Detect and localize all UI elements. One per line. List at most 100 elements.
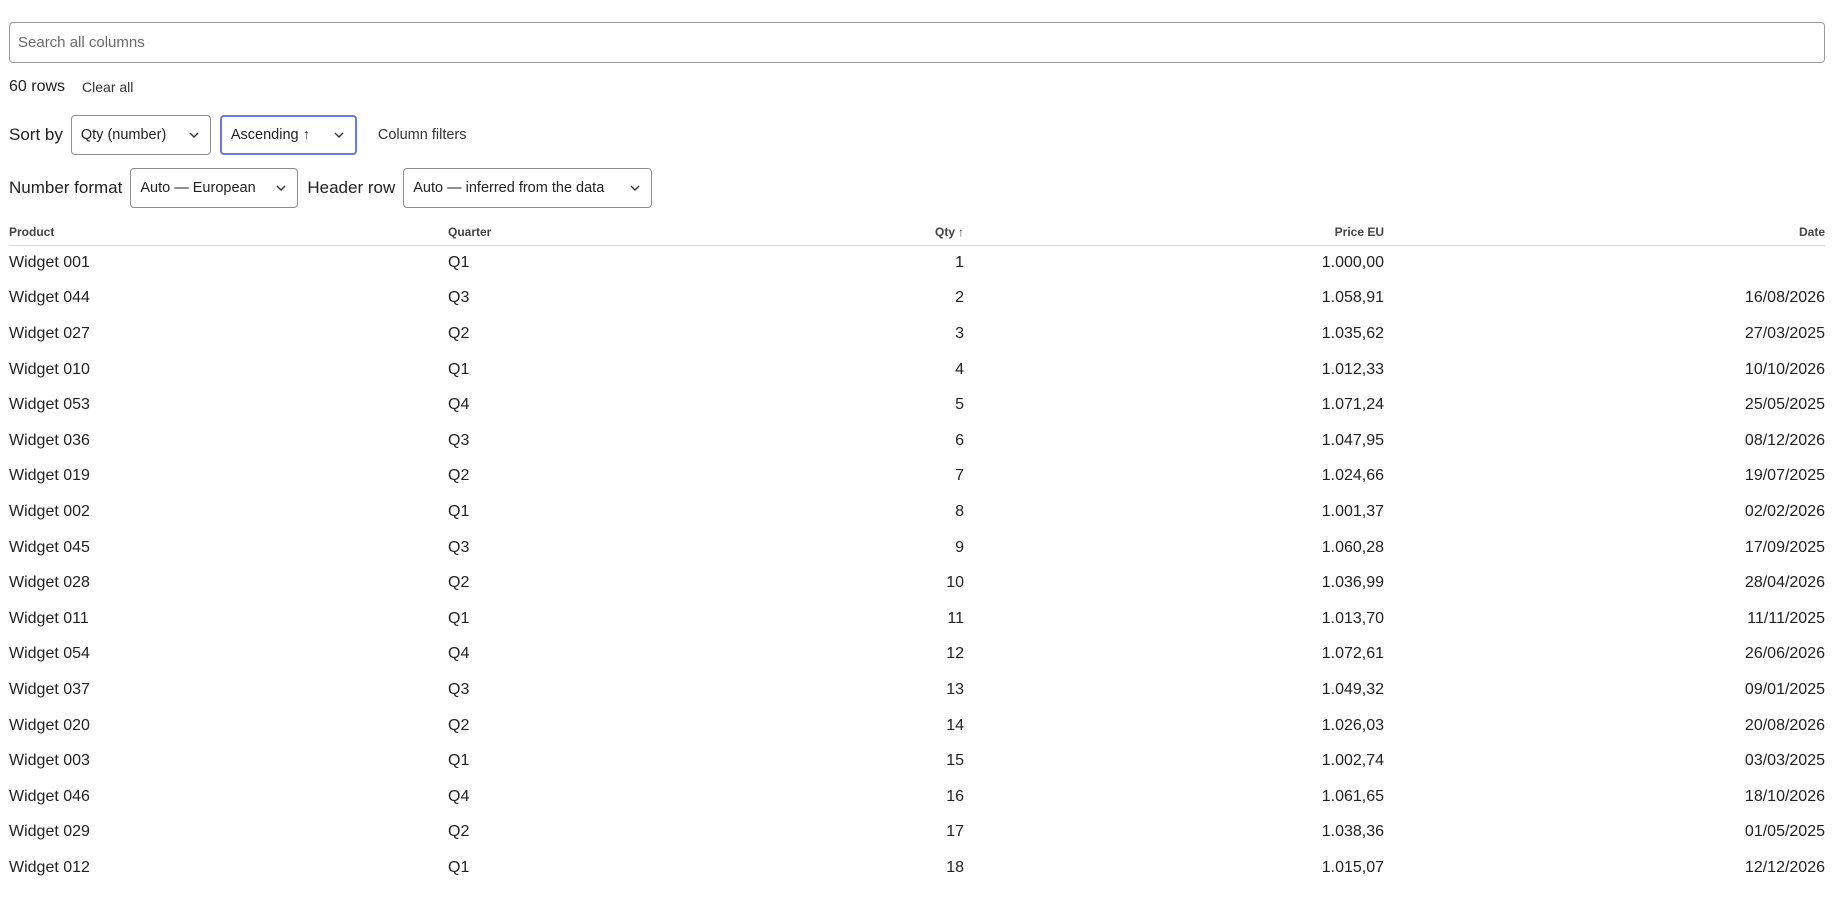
cell-quarter: Q3 (448, 431, 470, 449)
cell-price: 1.026,03 (1321, 716, 1384, 734)
cell-product: Widget 053 (9, 396, 90, 414)
cell-qty: 10 (946, 574, 964, 592)
cell-qty: 14 (946, 716, 964, 734)
cell-date: 03/03/2025 (1744, 752, 1825, 770)
table-row[interactable]: Widget 053 Q4 5 1.071,24 25/05/2025 (9, 387, 1825, 423)
cell-price: 1.060,28 (1321, 538, 1384, 556)
cell-price: 1.015,07 (1321, 858, 1384, 876)
clear-all-button[interactable]: Clear all (82, 79, 133, 95)
cell-date: 08/12/2026 (1744, 431, 1825, 449)
cell-date: 09/01/2025 (1744, 680, 1825, 698)
cell-qty: 18 (946, 858, 964, 876)
search-input[interactable] (9, 22, 1825, 63)
cell-quarter: Q1 (448, 609, 470, 627)
table-row[interactable]: Widget 045 Q3 9 1.060,28 17/09/2025 (9, 530, 1825, 566)
table-row[interactable]: Widget 003 Q1 15 1.002,74 03/03/2025 (9, 743, 1825, 779)
cell-product: Widget 019 (9, 467, 90, 485)
table-row[interactable]: Widget 029 Q2 17 1.038,36 01/05/2025 (9, 815, 1825, 851)
sort-direction-select[interactable]: Ascending ↑ (219, 115, 357, 155)
column-header-product-label: Product (9, 224, 55, 239)
cell-product: Widget 010 (9, 360, 90, 378)
cell-date: 26/06/2026 (1744, 645, 1825, 663)
summary-bar: 60 rows Clear all (9, 76, 133, 98)
page: 60 rows Clear all Sort by Qty (number) A… (0, 0, 1840, 900)
cell-qty: 1 (955, 254, 964, 272)
cell-product: Widget 012 (9, 858, 90, 876)
number-format-select[interactable]: Auto — European (130, 168, 299, 208)
cell-quarter: Q3 (448, 289, 470, 307)
cell-price: 1.047,95 (1321, 431, 1384, 449)
cell-product: Widget 011 (9, 609, 89, 627)
cell-quarter: Q3 (448, 538, 470, 556)
cell-date: 11/11/2025 (1747, 609, 1825, 627)
cell-qty: 13 (946, 680, 964, 698)
cell-product: Widget 027 (9, 324, 90, 342)
cell-quarter: Q1 (448, 752, 470, 770)
column-header-qty[interactable]: Qty ↑ (648, 219, 964, 246)
cell-date: 02/02/2026 (1744, 502, 1825, 520)
sort-controls: Sort by Qty (number) Ascending ↑ Column … (9, 115, 467, 155)
chevron-down-icon (630, 185, 640, 191)
sort-direction-value: Ascending ↑ (230, 127, 310, 143)
cell-qty: 11 (947, 609, 964, 627)
table-row[interactable]: Widget 028 Q2 10 1.036,99 28/04/2026 (9, 565, 1825, 601)
number-format-value: Auto — European (140, 180, 256, 196)
cell-date: 25/05/2025 (1744, 396, 1825, 414)
table-row[interactable]: Widget 012 Q1 18 1.015,07 12/12/2026 (9, 850, 1825, 886)
table-row[interactable]: Widget 019 Q2 7 1.024,66 19/07/2025 (9, 459, 1825, 495)
column-header-product[interactable]: Product (9, 219, 448, 246)
cell-product: Widget 036 (9, 431, 90, 449)
table-row[interactable]: Widget 001 Q1 1 1.000,00 (9, 245, 1825, 281)
cell-quarter: Q4 (448, 787, 470, 805)
column-header-date-label: Date (1798, 224, 1825, 239)
cell-price: 1.001,37 (1321, 502, 1384, 520)
cell-price: 1.000,00 (1321, 254, 1384, 272)
column-header-price[interactable]: Price EU (964, 219, 1384, 246)
cell-quarter: Q1 (448, 254, 470, 272)
chevron-down-icon (334, 132, 344, 138)
table-row[interactable]: Widget 002 Q1 8 1.001,37 02/02/2026 (9, 494, 1825, 530)
table-body: Widget 001 Q1 1 1.000,00 Widget 044 Q3 2 1.058,… (9, 245, 1825, 886)
table-row[interactable]: Widget 044 Q3 2 1.058,91 16/08/2026 (9, 281, 1825, 317)
cell-date: 01/05/2025 (1744, 823, 1825, 841)
cell-qty: 7 (955, 467, 964, 485)
cell-date: 28/04/2026 (1744, 574, 1825, 592)
table-row[interactable]: Widget 054 Q4 12 1.072,61 26/06/2026 (9, 637, 1825, 673)
table-row[interactable]: Widget 011 Q1 11 1.013,70 11/11/2025 (9, 601, 1825, 637)
cell-qty: 3 (955, 324, 964, 342)
sort-column-value: Qty (number) (80, 127, 167, 143)
cell-quarter: Q2 (448, 324, 470, 342)
table-row[interactable]: Widget 027 Q2 3 1.035,62 27/03/2025 (9, 316, 1825, 352)
table-row[interactable]: Widget 037 Q3 13 1.049,32 09/01/2025 (9, 672, 1825, 708)
cell-date: 18/10/2026 (1744, 787, 1825, 805)
cell-qty: 16 (946, 787, 964, 805)
column-header-qty-label: Qty (934, 224, 955, 239)
table-row[interactable]: Widget 010 Q1 4 1.012,33 10/10/2026 (9, 352, 1825, 388)
cell-qty: 5 (955, 396, 964, 414)
cell-quarter: Q1 (448, 360, 470, 378)
table-row[interactable]: Widget 036 Q3 6 1.047,95 08/12/2026 (9, 423, 1825, 459)
number-format-label: Number format (9, 178, 123, 197)
column-header-date[interactable]: Date (1384, 219, 1825, 246)
cell-qty: 8 (955, 502, 964, 520)
sort-column-select[interactable]: Qty (number) (70, 115, 211, 155)
column-filters-button[interactable]: Column filters (378, 127, 467, 143)
cell-price: 1.024,66 (1321, 467, 1384, 485)
cell-quarter: Q2 (448, 574, 470, 592)
cell-date: 27/03/2025 (1744, 324, 1825, 342)
column-header-price-label: Price EU (1334, 224, 1384, 239)
table-row[interactable]: Widget 046 Q4 16 1.061,65 18/10/2026 (9, 779, 1825, 815)
chevron-down-icon (276, 185, 286, 191)
cell-quarter: Q4 (448, 645, 470, 663)
cell-qty: 9 (955, 538, 964, 556)
cell-price: 1.012,33 (1321, 360, 1384, 378)
header-row-label: Header row (307, 178, 396, 197)
table-row[interactable]: Widget 020 Q2 14 1.026,03 20/08/2026 (9, 708, 1825, 744)
cell-product: Widget 054 (9, 645, 90, 663)
cell-price: 1.058,91 (1321, 289, 1384, 307)
header-row-select[interactable]: Auto — inferred from the data (403, 168, 653, 208)
cell-qty: 4 (955, 360, 964, 378)
cell-quarter: Q1 (448, 502, 470, 520)
table-header-row: Product Quarter Qty ↑ Price EU Date (9, 219, 1825, 246)
column-header-quarter[interactable]: Quarter (448, 219, 648, 246)
